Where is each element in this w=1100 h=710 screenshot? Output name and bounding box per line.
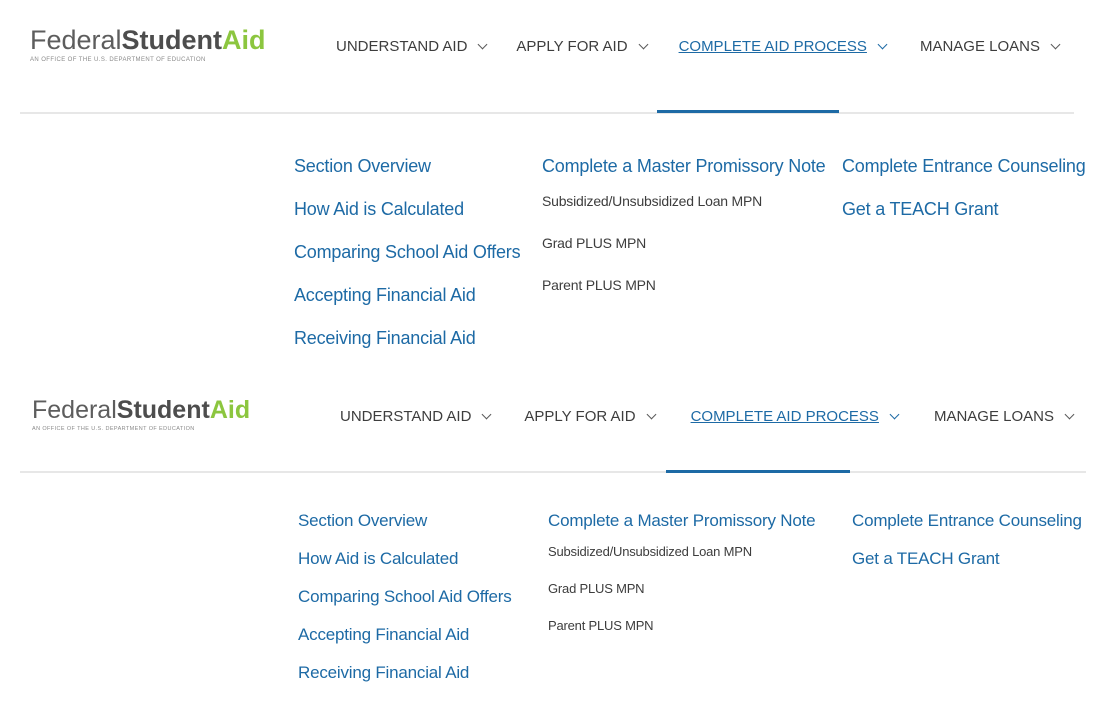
nav-understand-aid-label: UNDERSTAND AID bbox=[340, 408, 472, 425]
menu-link-master-promissory-note[interactable]: Complete a Master Promissory Note bbox=[548, 511, 816, 544]
logo-tagline: An OFFICE of the U.S. DEPARTMENT of EDUC… bbox=[32, 426, 195, 432]
menu-sublink-parent-plus-mpn[interactable]: Parent PLUS MPN bbox=[542, 277, 826, 319]
logo-word-federal: Federal bbox=[30, 25, 122, 55]
header-divider bbox=[20, 112, 1074, 114]
menu-link-entrance-counseling[interactable]: Complete Entrance Counseling bbox=[842, 156, 1086, 199]
header-variant-2: FederalStudentAid An OFFICE of the U.S. … bbox=[0, 370, 1100, 710]
mega-menu-column-1: Section Overview How Aid is Calculated C… bbox=[294, 156, 521, 371]
menu-sublink-parent-plus-mpn[interactable]: Parent PLUS MPN bbox=[548, 618, 815, 655]
menu-link-comparing-school-aid-offers[interactable]: Comparing School Aid Offers bbox=[294, 242, 521, 285]
nav-understand-aid[interactable]: UNDERSTAND AID bbox=[340, 408, 492, 425]
active-nav-indicator bbox=[666, 470, 850, 473]
chevron-down-icon bbox=[889, 409, 900, 419]
nav-apply-for-aid[interactable]: APPLY FOR AID bbox=[516, 38, 649, 55]
menu-sublink-grad-plus-mpn[interactable]: Grad PLUS MPN bbox=[548, 581, 815, 618]
menu-link-teach-grant[interactable]: Get a TEACH Grant bbox=[842, 199, 1086, 242]
logo-tagline: An OFFICE of the U.S. DEPARTMENT of EDUC… bbox=[30, 57, 206, 63]
nav-complete-aid-process[interactable]: COMPLETE AID PROCESS bbox=[678, 38, 888, 55]
menu-link-comparing-school-aid-offers[interactable]: Comparing School Aid Offers bbox=[298, 587, 512, 625]
menu-link-receiving-financial-aid[interactable]: Receiving Financial Aid bbox=[294, 328, 520, 371]
nav-complete-aid-process-label: COMPLETE AID PROCESS bbox=[678, 38, 867, 55]
menu-link-section-overview[interactable]: Section Overview bbox=[294, 156, 520, 199]
logo-word-federal: Federal bbox=[32, 396, 117, 424]
menu-link-how-aid-is-calculated[interactable]: How Aid is Calculated bbox=[294, 199, 520, 242]
federal-student-aid-logo[interactable]: FederalStudentAid An OFFICE of the U.S. … bbox=[32, 398, 250, 433]
chevron-down-icon bbox=[1064, 409, 1075, 419]
nav-complete-aid-process[interactable]: COMPLETE AID PROCESS bbox=[690, 408, 900, 425]
menu-link-accepting-financial-aid[interactable]: Accepting Financial Aid bbox=[294, 285, 520, 328]
menu-link-master-promissory-note[interactable]: Complete a Master Promissory Note bbox=[542, 156, 826, 193]
chevron-down-icon bbox=[477, 39, 488, 49]
chevron-down-icon bbox=[646, 409, 657, 419]
nav-manage-loans-label: MANAGE LOANS bbox=[933, 408, 1054, 425]
header-variant-1: FederalStudentAid An OFFICE of the U.S. … bbox=[0, 0, 1100, 370]
nav-apply-for-aid[interactable]: APPLY FOR AID bbox=[524, 408, 657, 425]
nav-complete-aid-process-label: COMPLETE AID PROCESS bbox=[690, 408, 879, 425]
menu-link-entrance-counseling[interactable]: Complete Entrance Counseling bbox=[852, 511, 1082, 549]
logo-word-student: Student bbox=[121, 25, 223, 55]
mega-menu-column-2: Complete a Master Promissory Note Subsid… bbox=[548, 511, 816, 655]
header-divider bbox=[20, 471, 1086, 473]
logo-word-aid: Aid bbox=[222, 25, 266, 55]
logo-word-aid: Aid bbox=[209, 396, 251, 424]
mega-menu-column-3: Complete Entrance Counseling Get a TEACH… bbox=[842, 156, 1086, 242]
menu-link-receiving-financial-aid[interactable]: Receiving Financial Aid bbox=[298, 663, 512, 701]
main-nav: UNDERSTAND AID APPLY FOR AID COMPLETE AI… bbox=[336, 38, 1061, 55]
mega-menu-column-2: Complete a Master Promissory Note Subsid… bbox=[542, 156, 826, 319]
menu-sublink-subsidized-unsubsidized-mpn[interactable]: Subsidized/Unsubsidized Loan MPN bbox=[542, 193, 826, 235]
logo-word-student: Student bbox=[116, 396, 210, 424]
chevron-down-icon bbox=[877, 39, 888, 49]
main-nav: UNDERSTAND AID APPLY FOR AID COMPLETE AI… bbox=[340, 408, 1075, 425]
chevron-down-icon bbox=[1050, 39, 1061, 49]
menu-sublink-grad-plus-mpn[interactable]: Grad PLUS MPN bbox=[542, 235, 826, 277]
active-nav-indicator bbox=[657, 110, 839, 113]
menu-link-how-aid-is-calculated[interactable]: How Aid is Calculated bbox=[298, 549, 512, 587]
nav-understand-aid[interactable]: UNDERSTAND AID bbox=[336, 38, 488, 55]
nav-manage-loans[interactable]: MANAGE LOANS bbox=[919, 38, 1061, 55]
chevron-down-icon bbox=[481, 409, 492, 419]
logo-wordmark: FederalStudentAid bbox=[30, 27, 266, 54]
nav-manage-loans-label: MANAGE LOANS bbox=[919, 38, 1040, 55]
logo-wordmark: FederalStudentAid bbox=[32, 398, 250, 423]
menu-link-section-overview[interactable]: Section Overview bbox=[298, 511, 512, 549]
nav-manage-loans[interactable]: MANAGE LOANS bbox=[933, 408, 1075, 425]
nav-apply-for-aid-label: APPLY FOR AID bbox=[524, 408, 636, 425]
menu-link-teach-grant[interactable]: Get a TEACH Grant bbox=[852, 549, 1082, 587]
menu-link-accepting-financial-aid[interactable]: Accepting Financial Aid bbox=[298, 625, 512, 663]
mega-menu-column-1: Section Overview How Aid is Calculated C… bbox=[298, 511, 512, 701]
chevron-down-icon bbox=[638, 39, 649, 49]
mega-menu-column-3: Complete Entrance Counseling Get a TEACH… bbox=[852, 511, 1082, 587]
menu-sublink-subsidized-unsubsidized-mpn[interactable]: Subsidized/Unsubsidized Loan MPN bbox=[548, 544, 815, 581]
nav-apply-for-aid-label: APPLY FOR AID bbox=[516, 38, 628, 55]
nav-understand-aid-label: UNDERSTAND AID bbox=[336, 38, 468, 55]
federal-student-aid-logo[interactable]: FederalStudentAid An OFFICE of the U.S. … bbox=[30, 27, 266, 64]
